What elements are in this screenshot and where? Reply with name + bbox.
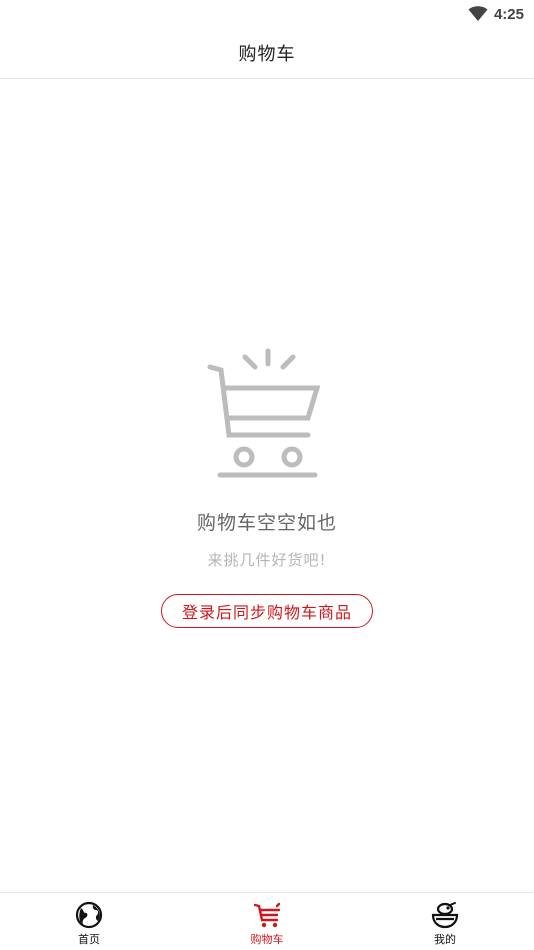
tab-home[interactable]: 首页: [0, 893, 178, 950]
bottom-tab-bar: 首页 购物车 我的: [0, 892, 534, 950]
status-bar: 4:25: [0, 0, 534, 28]
page-title: 购物车: [238, 44, 296, 65]
wifi-icon: [468, 6, 488, 22]
empty-cart-state: 购物车空空如也 来挑几件好货吧! 登录后同步购物车商品: [0, 345, 534, 628]
tab-profile-label: 我的: [434, 933, 456, 946]
tab-cart-label: 购物车: [250, 933, 284, 946]
tab-cart[interactable]: 购物车: [178, 893, 356, 950]
login-sync-button[interactable]: 登录后同步购物车商品: [161, 594, 373, 628]
globe-icon: [75, 901, 103, 929]
status-time: 4:25: [493, 5, 524, 23]
empty-cart-icon: [207, 348, 321, 478]
empty-cart-subtitle: 来挑几件好货吧!: [207, 551, 327, 569]
tab-home-label: 首页: [78, 933, 100, 946]
tab-profile[interactable]: 我的: [356, 893, 534, 950]
page-header: 购物车: [0, 28, 534, 79]
cart-icon: [253, 902, 281, 928]
profile-bowl-icon: [431, 902, 459, 929]
empty-cart-title: 购物车空空如也: [196, 512, 337, 534]
